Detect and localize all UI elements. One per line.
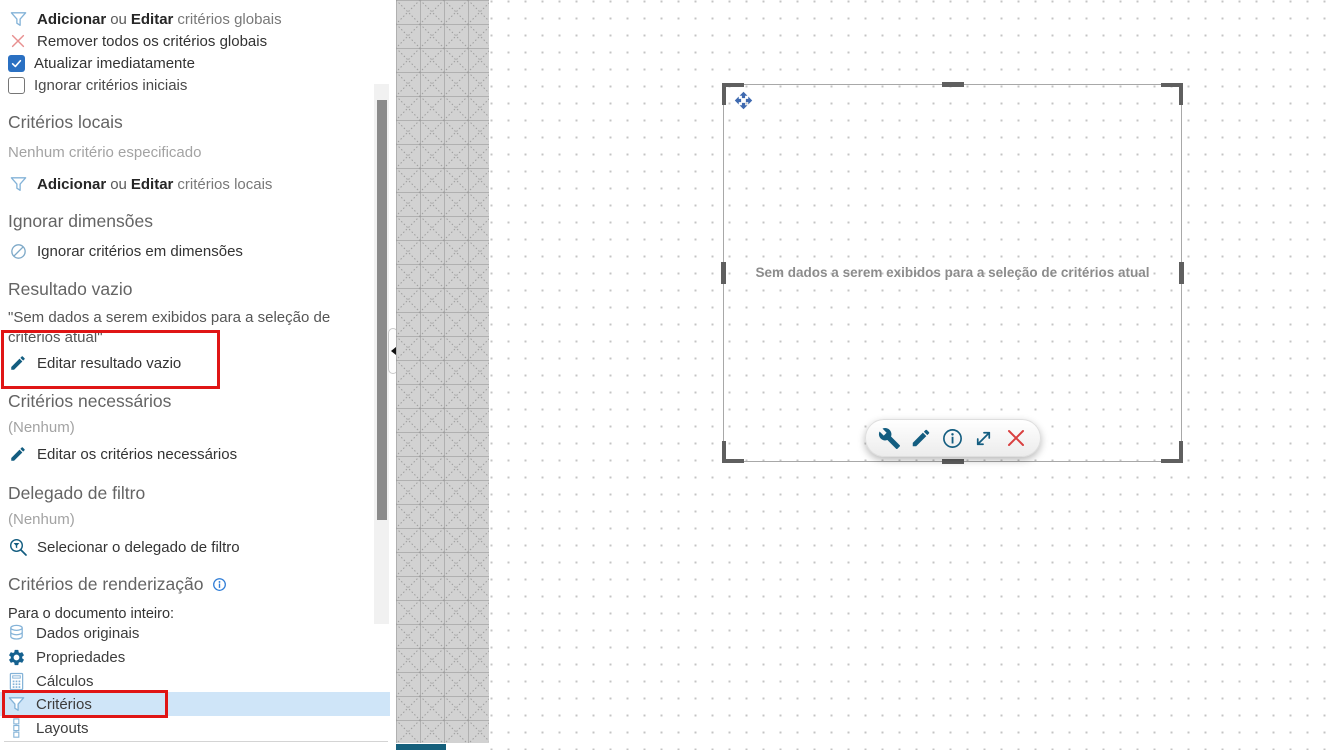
resize-edge-handle[interactable] xyxy=(941,82,964,87)
ignore-dimension-criteria-link[interactable]: Ignorar critérios em dimensões xyxy=(8,240,243,262)
ignore-dimensions-header: Ignorar dimensões xyxy=(8,211,153,231)
checkbox-checked-icon[interactable] xyxy=(8,54,25,72)
pencil-icon xyxy=(8,445,28,463)
local-criteria-empty-text: Nenhum critério especificado xyxy=(8,144,202,161)
object-toolbar xyxy=(865,419,1041,457)
calculator-icon xyxy=(6,672,27,691)
empty-data-message: Sem dados a serem exibidos para a seleçã… xyxy=(755,265,1150,280)
delete-icon[interactable] xyxy=(1004,426,1028,450)
edit-empty-result-label: Editar resultado vazio xyxy=(37,354,182,372)
edit-required-criteria-label: Editar os critérios necessários xyxy=(37,445,238,463)
info-icon[interactable] xyxy=(212,577,227,592)
update-immediately-checkbox-row[interactable]: Atualizar imediatamente xyxy=(8,52,195,74)
circle-slash-icon xyxy=(8,242,28,261)
info-icon[interactable] xyxy=(941,427,964,450)
horizontal-scrollbar-thumb[interactable] xyxy=(396,744,446,750)
add-edit-global-criteria-label: Adicionar ou Editar critérios globais xyxy=(37,10,282,28)
ignore-initial-label: Ignorar critérios iniciais xyxy=(34,76,188,94)
required-criteria-header: Critérios necessários xyxy=(8,391,172,411)
ignore-dimension-criteria-label: Ignorar critérios em dimensões xyxy=(37,242,243,260)
red-x-icon xyxy=(8,32,28,50)
render-criteria-header: Critérios de renderização xyxy=(8,574,227,595)
add-edit-local-criteria-link[interactable]: Adicionar ou Editar critérios locais xyxy=(8,173,272,195)
render-item-label: Propriedades xyxy=(36,648,126,666)
design-canvas[interactable]: Sem dados a serem exibidos para a seleçã… xyxy=(489,0,1326,750)
render-item-dados-originais[interactable]: Dados originais xyxy=(6,621,139,645)
resize-corner-handle[interactable] xyxy=(722,441,744,463)
wrench-icon[interactable] xyxy=(878,427,901,450)
funnel-icon xyxy=(8,175,28,194)
update-immediately-label: Atualizar imediatamente xyxy=(34,54,195,72)
ignore-initial-checkbox-row[interactable]: Ignorar critérios iniciais xyxy=(8,74,187,96)
pattern-gutter-strip xyxy=(396,0,489,743)
remove-all-global-criteria-link[interactable]: Remover todos os critérios globais xyxy=(8,30,267,52)
sidebar-divider xyxy=(4,741,388,742)
select-filter-delegate-link[interactable]: Selecionar o delegado de filtro xyxy=(8,536,240,558)
move-icon[interactable] xyxy=(734,91,753,115)
required-criteria-value: (Nenhum) xyxy=(8,419,75,436)
resize-corner-handle[interactable] xyxy=(1161,441,1183,463)
render-item-calculos[interactable]: Cálculos xyxy=(6,669,94,693)
selected-object-frame[interactable]: Sem dados a serem exibidos para a seleçã… xyxy=(721,82,1184,464)
remove-all-label: Remover todos os critérios globais xyxy=(37,32,268,50)
funnel-icon xyxy=(8,10,28,29)
filter-delegate-value: (Nenhum) xyxy=(8,511,75,528)
local-criteria-header: Critérios locais xyxy=(8,112,123,132)
render-item-label: Critérios xyxy=(36,695,92,713)
empty-result-header: Resultado vazio xyxy=(8,279,133,299)
filter-search-icon xyxy=(8,537,28,557)
render-item-label: Dados originais xyxy=(36,624,140,642)
render-item-layouts[interactable]: Layouts xyxy=(6,716,89,740)
render-item-criterios[interactable]: Critérios xyxy=(6,692,92,716)
edit-empty-result-link[interactable]: Editar resultado vazio xyxy=(8,352,181,374)
layouts-icon xyxy=(6,718,27,738)
resize-edge-handle[interactable] xyxy=(941,459,964,464)
edit-required-criteria-link[interactable]: Editar os critérios necessários xyxy=(8,443,237,465)
pencil-icon[interactable] xyxy=(910,427,932,449)
render-criteria-title: Critérios de renderização xyxy=(8,574,204,594)
render-item-propriedades[interactable]: Propriedades xyxy=(6,645,125,669)
database-icon xyxy=(6,623,27,643)
render-item-label: Cálculos xyxy=(36,672,94,690)
checkbox-unchecked-icon[interactable] xyxy=(8,76,25,94)
resize-corner-handle[interactable] xyxy=(1161,83,1183,105)
criteria-sidebar: Adicionar ou Editar critérios globais Remov… xyxy=(0,0,390,750)
filter-delegate-header: Delegado de filtro xyxy=(8,483,146,503)
gear-icon xyxy=(6,648,27,667)
sidebar-scrollbar-thumb[interactable] xyxy=(377,100,387,520)
funnel-icon xyxy=(6,695,27,714)
select-filter-delegate-label: Selecionar o delegado de filtro xyxy=(37,538,240,556)
add-edit-global-criteria-link[interactable]: Adicionar ou Editar critérios globais xyxy=(8,8,282,30)
add-edit-local-criteria-label: Adicionar ou Editar critérios locais xyxy=(37,175,273,193)
resize-icon[interactable] xyxy=(972,427,995,450)
render-item-label: Layouts xyxy=(36,719,89,737)
pencil-icon xyxy=(8,354,28,372)
collapse-arrow-icon xyxy=(390,347,396,355)
empty-result-value: "Sem dados a serem exibidos para a seleç… xyxy=(8,309,331,346)
